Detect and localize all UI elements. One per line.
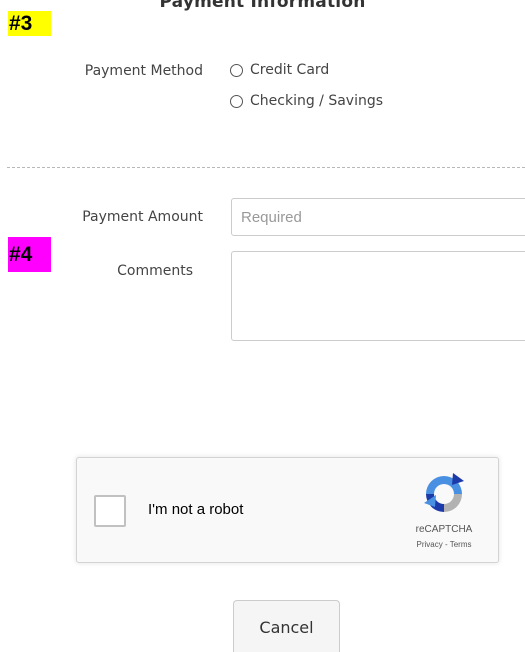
section-title: Payment Information xyxy=(159,0,366,12)
recaptcha-checkbox[interactable] xyxy=(94,495,126,527)
recaptcha-privacy-link[interactable]: Privacy xyxy=(417,540,443,549)
recaptcha-brand-label: reCAPTCHA xyxy=(415,524,473,535)
comments-label: Comments xyxy=(117,263,193,279)
recaptcha-logo-icon xyxy=(424,473,464,512)
recaptcha-checkbox-label: I'm not a robot xyxy=(148,501,244,518)
annotation-tag-3: #3 xyxy=(8,11,51,36)
radio-button-icon[interactable] xyxy=(230,94,243,108)
recaptcha-widget: I'm not a robot reCAPTCHA Privacy - Term… xyxy=(76,457,499,563)
section-divider xyxy=(7,167,525,168)
radio-checking-savings[interactable]: Checking / Savings xyxy=(230,93,383,109)
cancel-button[interactable]: Cancel xyxy=(233,600,340,652)
payment-form-page: Payment Information #3 Payment Method Cr… xyxy=(0,0,525,652)
payment-amount-input[interactable] xyxy=(231,198,525,236)
radio-credit-card-label[interactable]: Credit Card xyxy=(250,62,329,78)
radio-credit-card[interactable]: Credit Card xyxy=(230,62,329,78)
recaptcha-links: Privacy - Terms xyxy=(394,540,494,549)
radio-checking-savings-label[interactable]: Checking / Savings xyxy=(250,93,383,109)
recaptcha-terms-link[interactable]: Terms xyxy=(450,540,472,549)
payment-amount-label: Payment Amount xyxy=(82,209,203,225)
recaptcha-link-separator: - xyxy=(442,540,450,549)
comments-textarea[interactable] xyxy=(231,251,525,341)
payment-method-label: Payment Method xyxy=(84,63,203,79)
radio-button-icon[interactable] xyxy=(230,63,243,77)
